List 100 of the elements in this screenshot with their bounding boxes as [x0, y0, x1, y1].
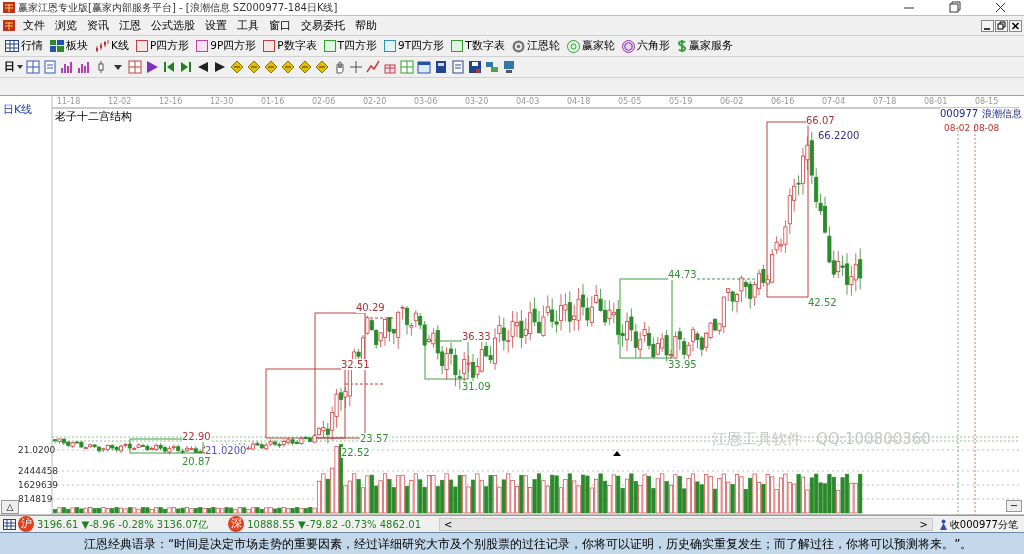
price-label: 33.95	[668, 359, 697, 370]
toolbar-button[interactable]: 赢家轮	[566, 38, 615, 54]
price-label: 66.2200	[818, 130, 860, 141]
price-label: 66.07	[806, 115, 835, 126]
price-label: 22.52	[341, 447, 370, 458]
date-tick: 08-15	[974, 96, 1000, 108]
app-icon	[3, 2, 15, 13]
square-icon	[451, 40, 464, 52]
toolbar-button[interactable]: 9T四方形	[384, 38, 445, 54]
triangle-right-icon[interactable]	[213, 60, 227, 74]
date-tick: 11-18	[56, 96, 82, 108]
diamond-icon[interactable]	[264, 60, 278, 74]
date-tick: 07-18	[872, 96, 898, 108]
price-label: 42.52	[808, 297, 837, 308]
price-label: 21.0200	[205, 445, 247, 456]
square-icon	[263, 40, 276, 52]
menu-item[interactable]: 浏览	[50, 17, 82, 34]
market-badge: 深	[228, 516, 245, 532]
diamond-icon[interactable]	[315, 60, 329, 74]
toolbar-button[interactable]: T数字表	[451, 38, 505, 54]
toolbar-button[interactable]: P四方形	[135, 38, 190, 54]
date-tick: 03-20	[464, 96, 490, 108]
marker-date: 08-02	[944, 123, 971, 134]
diamond-icon[interactable]	[298, 60, 312, 74]
minimize-icon[interactable]	[981, 19, 994, 32]
scroll-right-arrow[interactable]: >	[919, 518, 928, 530]
stock-code: 000977	[940, 108, 979, 120]
diamond-icon[interactable]	[281, 60, 295, 74]
price-label: 20.87	[182, 456, 211, 467]
person-icon	[938, 518, 948, 530]
market-badge: 沪	[18, 516, 34, 532]
date-tick: 12-02	[107, 96, 133, 108]
price-label: 32.51	[341, 359, 370, 370]
menu-item[interactable]: 文件	[18, 17, 50, 34]
grid-icon[interactable]	[3, 518, 16, 530]
date-tick: 05-05	[617, 96, 643, 108]
date-tick: 04-18	[566, 96, 592, 108]
volume-axis-label: 1629639	[18, 480, 59, 490]
quote-text: 江恩经典语录：“时间是决定市场走势的重要因素，经过详细研究大市及个别股票的过往记录，你将可以证明，历史确实重复发生；而了解过往，你将可以预测将来。”。	[84, 535, 973, 553]
calculator-icon[interactable]	[434, 60, 448, 74]
toolbar-button[interactable]: 赢家服务	[676, 38, 733, 54]
toolbar-button[interactable]: 板块	[50, 38, 88, 54]
axis-label: 21.0200	[18, 444, 56, 457]
candlestick-icon	[95, 40, 109, 52]
toolbar-button[interactable]: 9P四方形	[196, 38, 257, 54]
menu-item[interactable]: 帮助	[350, 17, 382, 34]
collapse-button[interactable]: −	[1006, 500, 1022, 512]
toolbar-button[interactable]: 江恩轮	[511, 38, 560, 54]
volume-axis-label: 2444458	[18, 466, 59, 476]
date-tick: 06-02	[719, 96, 745, 108]
chart-type-label: 日K线	[3, 102, 33, 118]
bar-chart-icon[interactable]	[60, 60, 74, 74]
price-label: 23.57	[360, 433, 389, 444]
date-tick: 12-16	[158, 96, 184, 108]
computer-icon[interactable]	[502, 60, 516, 74]
line-chart-icon[interactable]	[366, 60, 380, 74]
volume-axis-label: 814819	[18, 494, 53, 504]
circle-icon	[566, 39, 580, 53]
menu-item[interactable]: 资讯	[82, 17, 114, 34]
document-icon[interactable]	[43, 60, 57, 74]
toolbar-button[interactable]: K线	[95, 38, 129, 54]
toolbar-button[interactable]: 六角形	[621, 38, 670, 54]
menu-item[interactable]: 窗口	[264, 17, 296, 34]
toolbar-button[interactable]: 行情	[5, 38, 43, 54]
scrollbar[interactable]: < >	[439, 517, 933, 531]
date-tick: 02-06	[311, 96, 337, 108]
date-tick: 04-03	[515, 96, 541, 108]
close-icon[interactable]	[1009, 19, 1022, 32]
menu-item[interactable]: 公式选股	[146, 17, 200, 34]
hexagon-icon	[621, 39, 635, 53]
app-icon	[3, 20, 15, 31]
network-icon[interactable]	[485, 60, 499, 74]
date-tick: 08-01	[923, 96, 949, 108]
period-dropdown[interactable]: 日	[4, 58, 23, 76]
save-icon[interactable]	[468, 60, 482, 74]
square-icon	[384, 40, 396, 52]
menu-item[interactable]: 江恩	[114, 17, 146, 34]
square-icon	[196, 40, 209, 52]
restore-icon[interactable]	[995, 19, 1008, 32]
diamond-icon[interactable]	[230, 60, 244, 74]
skip-start-icon[interactable]	[162, 60, 176, 74]
skip-end-icon[interactable]	[179, 60, 193, 74]
date-tick: 03-06	[413, 96, 439, 108]
square-icon	[135, 40, 148, 52]
triangle-left-icon[interactable]	[196, 60, 210, 74]
toolbar-button[interactable]: P数字表	[263, 38, 317, 54]
menu-item[interactable]: 交易委托	[296, 17, 350, 34]
scroll-left-arrow[interactable]: <	[444, 518, 453, 530]
date-tick: 06-16	[770, 96, 796, 108]
bar-chart-icon[interactable]	[77, 60, 91, 74]
toolbar-button[interactable]: T四方形	[323, 38, 377, 54]
tick-button[interactable]: 收000977分笔	[932, 516, 1024, 532]
calendar-icon[interactable]	[417, 60, 431, 74]
diamond-icon[interactable]	[247, 60, 261, 74]
price-label: 31.09	[462, 381, 491, 392]
menu-item[interactable]: 设置	[200, 17, 232, 34]
menu-item[interactable]: 工具	[232, 17, 264, 34]
plus-icon[interactable]	[349, 60, 363, 74]
expand-button[interactable]: △	[1, 500, 19, 514]
date-tick: 05-19	[668, 96, 694, 108]
